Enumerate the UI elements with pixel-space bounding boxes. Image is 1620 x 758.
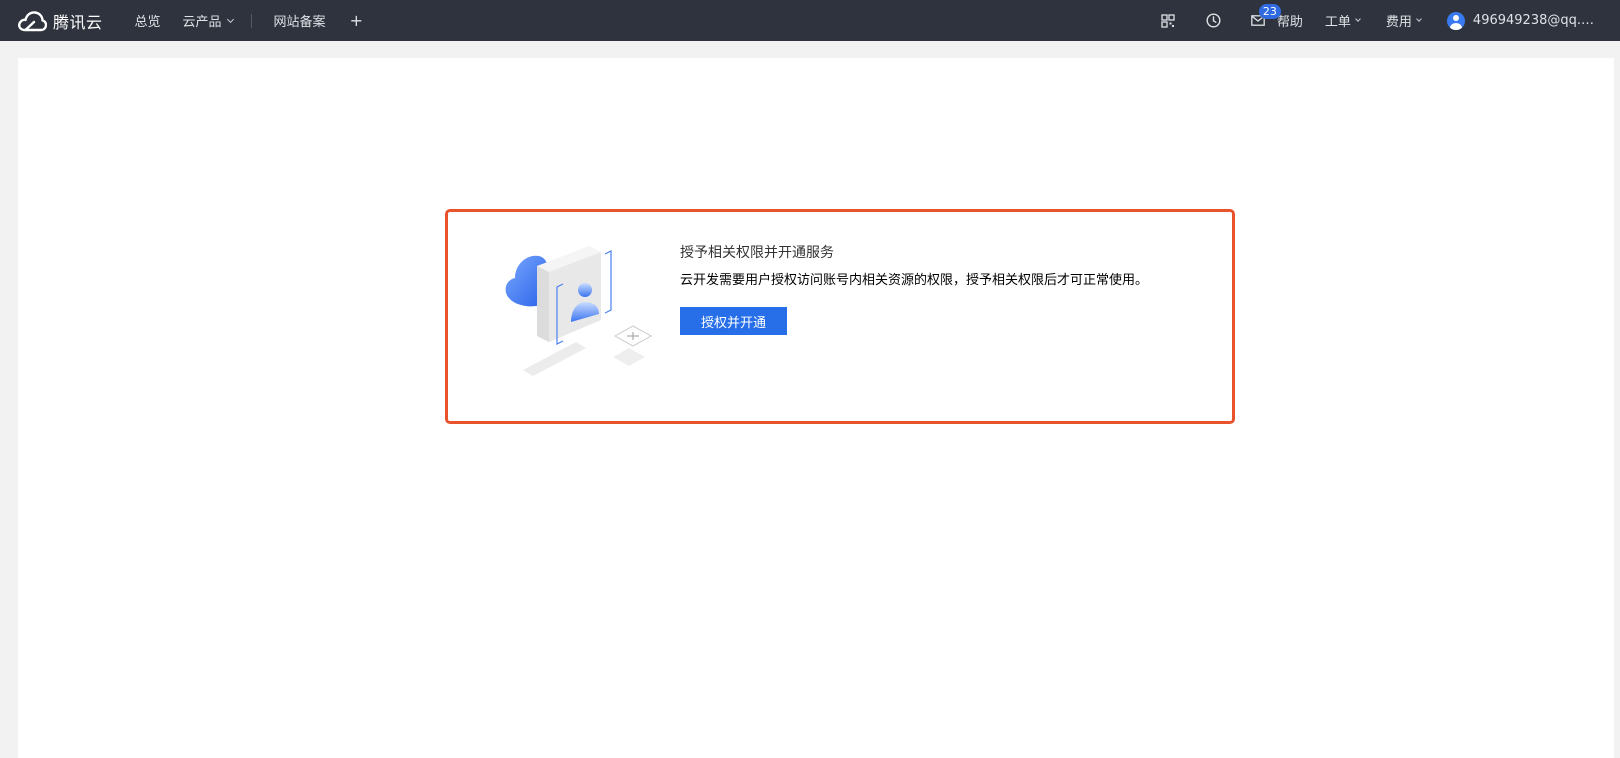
help-link[interactable]: 帮助	[1277, 0, 1303, 41]
auth-description: 云开发需要用户授权访问账号内相关资源的权限，授予相关权限后才可正常使用。	[680, 273, 1149, 288]
cost-label: 费用	[1385, 15, 1412, 30]
cost-menu[interactable]: 费用	[1385, 0, 1422, 41]
authorize-button[interactable]: 授权并开通	[680, 307, 787, 335]
top-bar: 腾讯云 总览 云产品 网站备案 + 23 帮助 工单 费用 496949238@…	[0, 0, 1620, 41]
qrcode-button[interactable]	[1159, 0, 1177, 41]
logo-text: 腾讯云	[53, 12, 103, 32]
auth-panel: 授予相关权限并开通服务 云开发需要用户授权访问账号内相关资源的权限，授予相关权限…	[445, 209, 1235, 424]
chevron-down-icon	[1355, 16, 1361, 22]
main-content: 授予相关权限并开通服务 云开发需要用户授权访问账号内相关资源的权限，授予相关权限…	[18, 58, 1614, 758]
mail-button[interactable]: 23	[1249, 0, 1281, 41]
auth-text: 授予相关权限并开通服务 云开发需要用户授权访问账号内相关资源的权限，授予相关权限…	[680, 243, 1150, 335]
user-avatar-icon	[1446, 11, 1465, 30]
mail-badge: 23	[1258, 4, 1281, 19]
ticket-label: 工单	[1324, 15, 1351, 30]
chevron-down-icon	[1416, 16, 1422, 22]
auth-title: 授予相关权限并开通服务	[680, 245, 834, 261]
add-nav-button[interactable]: +	[350, 0, 363, 41]
nav-overview[interactable]: 总览	[135, 0, 161, 41]
user-menu[interactable]: 496949238@qq.…	[1446, 0, 1594, 41]
nav-products[interactable]: 云产品	[182, 0, 234, 41]
recent-button[interactable]	[1205, 0, 1223, 41]
nav-beian[interactable]: 网站备案	[274, 0, 326, 41]
ticket-menu[interactable]: 工单	[1324, 0, 1361, 41]
header-right: 23 帮助 工单 费用 496949238@qq.…	[1159, 0, 1620, 41]
user-account: 496949238@qq.…	[1472, 13, 1594, 28]
nav-divider	[250, 13, 252, 28]
clock-icon	[1206, 13, 1221, 28]
tencent-cloud-logo-icon	[18, 10, 47, 31]
chevron-down-icon	[226, 15, 234, 23]
authorization-illustration	[505, 246, 653, 376]
qrcode-icon	[1161, 13, 1175, 28]
logo[interactable]: 腾讯云	[17, 0, 103, 41]
main-nav: 总览 云产品 网站备案 +	[135, 0, 363, 41]
nav-products-label: 云产品	[182, 15, 222, 30]
